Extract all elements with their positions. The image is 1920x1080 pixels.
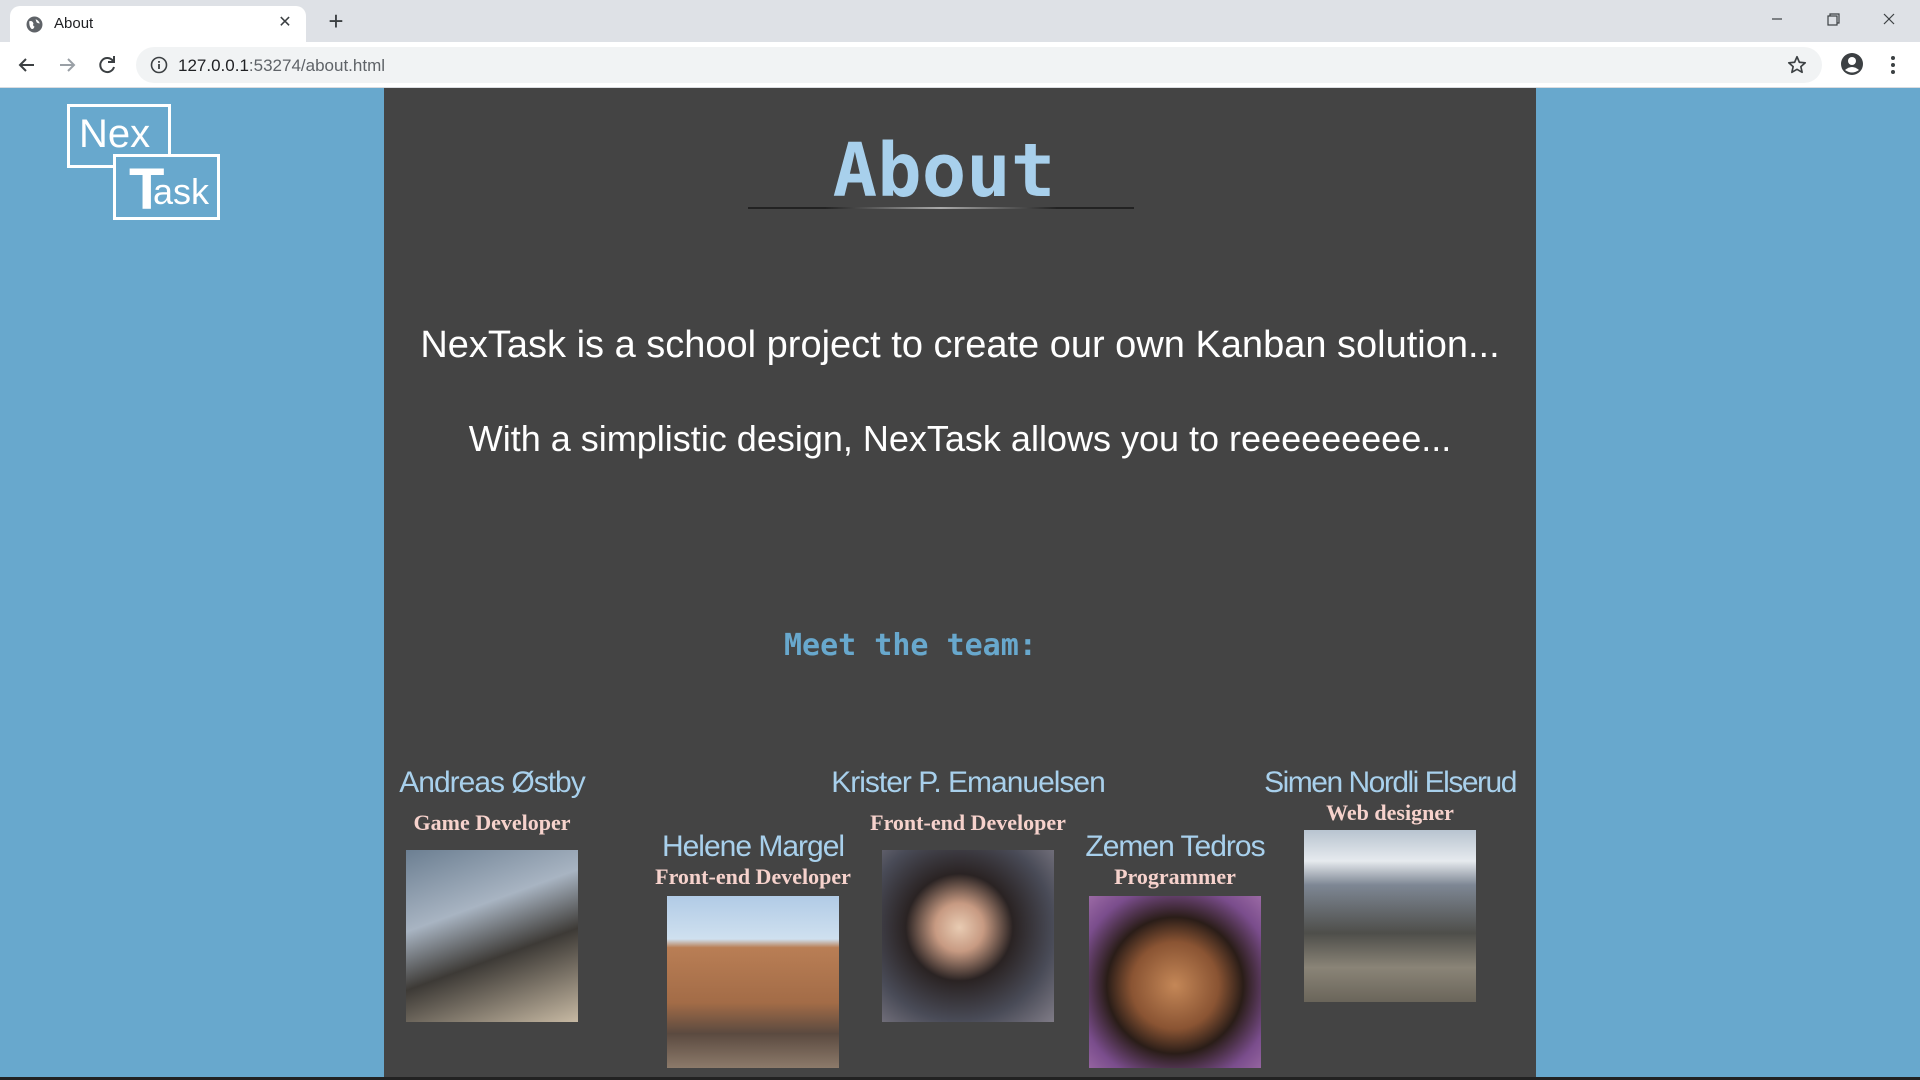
- member-name: Andreas Østby: [399, 766, 585, 799]
- restore-window-button[interactable]: [1810, 4, 1856, 34]
- member-role: Web designer: [1326, 800, 1454, 825]
- member-name: Simen Nordli Elserud: [1264, 766, 1517, 799]
- back-button[interactable]: [12, 50, 42, 80]
- browser-menu-button[interactable]: [1880, 52, 1906, 78]
- browser-tabstrip: About ✕ +: [0, 0, 1920, 42]
- restore-icon: [1827, 13, 1840, 26]
- member-photo: [406, 850, 578, 1022]
- arrow-right-icon: [60, 58, 76, 72]
- account-icon: [1841, 53, 1863, 75]
- globe-icon: [26, 16, 43, 33]
- info-icon[interactable]: [150, 56, 168, 74]
- tab-title: About: [54, 15, 94, 32]
- team-heading: Meet the team:: [784, 628, 1037, 663]
- arrow-left-icon: [18, 58, 34, 72]
- logo-text-ask: ask: [153, 171, 210, 212]
- reload-button[interactable]: [92, 50, 122, 80]
- page-viewport: Nex T ask About NexTask is a school proj…: [0, 88, 1920, 1080]
- team-member-card: Simen Nordli Elserud Web designer: [1244, 766, 1536, 1002]
- url-text: 127.0.0.1:53274/about.html: [178, 56, 385, 76]
- kebab-menu-icon: [1891, 56, 1895, 74]
- title-divider: [748, 207, 1134, 209]
- bookmark-star-icon[interactable]: [1786, 54, 1808, 76]
- intro-text-2: With a simplistic design, NexTask allows…: [468, 418, 1452, 459]
- member-role: Game Developer: [413, 810, 571, 835]
- member-photo: [882, 850, 1054, 1022]
- close-tab-icon[interactable]: ✕: [274, 12, 296, 34]
- close-window-icon: [1883, 13, 1895, 25]
- minimize-window-button[interactable]: [1754, 4, 1800, 34]
- member-photo: [1089, 896, 1261, 1068]
- page-title: About: [832, 128, 1056, 214]
- address-bar[interactable]: 127.0.0.1:53274/about.html: [136, 47, 1822, 83]
- url-path: :53274/about.html: [248, 56, 386, 75]
- close-window-button[interactable]: [1866, 4, 1912, 34]
- browser-toolbar: 127.0.0.1:53274/about.html: [0, 42, 1920, 88]
- member-photo: [1304, 830, 1476, 1002]
- browser-tab-about[interactable]: About ✕: [10, 6, 306, 42]
- team-member-card: Andreas Østby Game Developer: [384, 766, 600, 1022]
- reload-icon: [99, 56, 115, 74]
- forward-button[interactable]: [52, 50, 82, 80]
- minimize-icon: [1772, 18, 1782, 20]
- new-tab-button[interactable]: +: [322, 8, 350, 36]
- member-photo: [667, 896, 839, 1068]
- url-host: 127.0.0.1: [178, 56, 249, 75]
- nextask-logo[interactable]: Nex T ask: [67, 104, 224, 222]
- member-name: Krister P. Emanuelsen: [831, 766, 1106, 799]
- main-content: About NexTask is a school project to cre…: [384, 88, 1536, 1080]
- profile-button[interactable]: [1838, 50, 1866, 78]
- intro-text-1: NexTask is a school project to create ou…: [420, 324, 1500, 366]
- logo-text-nex: Nex: [79, 112, 151, 156]
